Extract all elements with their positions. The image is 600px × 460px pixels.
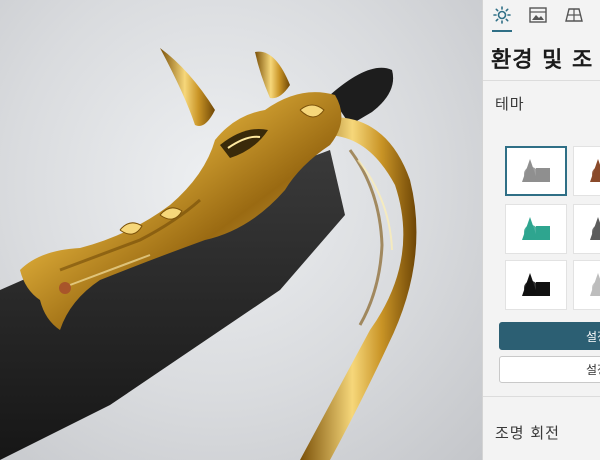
image-icon xyxy=(529,7,547,23)
scabbard-model xyxy=(0,48,417,460)
theme-section-label: 테마 xyxy=(495,95,525,113)
floor-grid-icon xyxy=(565,8,583,22)
theme-preview-icon xyxy=(590,217,600,240)
theme-swatch-black[interactable] xyxy=(505,260,567,310)
theme-preview-icon xyxy=(522,217,550,240)
apply-settings-button[interactable]: 설정 xyxy=(499,322,600,350)
theme-preview-icon xyxy=(590,273,600,296)
theme-preview-icon xyxy=(590,159,600,182)
3d-viewport[interactable] xyxy=(0,0,482,460)
divider xyxy=(483,396,600,397)
active-tab-indicator xyxy=(492,30,512,32)
sun-icon xyxy=(493,6,511,24)
theme-preview-icon xyxy=(522,159,550,182)
theme-swatch-copper[interactable] xyxy=(573,146,600,196)
panel-tab-bar xyxy=(483,0,600,34)
tab-floor[interactable] xyxy=(563,4,585,26)
tab-background[interactable] xyxy=(527,4,549,26)
panel-title: 환경 및 조 xyxy=(491,48,594,73)
secondary-settings-button[interactable]: 설정 xyxy=(499,356,600,383)
theme-swatch-dark-gray[interactable] xyxy=(573,204,600,254)
dragon-horn-right xyxy=(255,51,290,99)
dragon-horn-left xyxy=(160,48,215,126)
theme-swatch-light-gray[interactable] xyxy=(573,260,600,310)
divider xyxy=(483,80,600,81)
environment-settings-panel: 환경 및 조 테마 설정 설정 조명 회전 xyxy=(482,0,600,460)
light-rotation-label: 조명 회전 xyxy=(495,424,560,442)
tab-environment[interactable] xyxy=(491,4,513,26)
theme-swatch-teal[interactable] xyxy=(505,204,567,254)
theme-swatch-gray[interactable] xyxy=(505,146,567,196)
theme-preview-icon xyxy=(522,273,550,296)
